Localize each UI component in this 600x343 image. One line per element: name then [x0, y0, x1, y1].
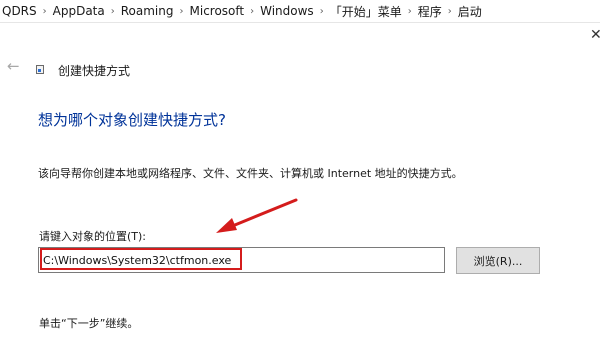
breadcrumb-item-programs[interactable]: 程序: [412, 3, 448, 20]
page-heading: 想为哪个对象创建快捷方式?: [38, 111, 226, 129]
breadcrumb-item-appdata[interactable]: AppData: [47, 4, 111, 18]
shortcut-wizard-icon: [36, 65, 44, 74]
location-input[interactable]: [38, 247, 445, 273]
browse-button[interactable]: 浏览(R)...: [456, 247, 540, 274]
breadcrumb-item-startup[interactable]: 启动: [452, 3, 488, 20]
back-arrow-icon[interactable]: ←: [7, 59, 20, 74]
breadcrumb-item-start-menu[interactable]: 「开始」菜单: [324, 3, 408, 20]
close-icon[interactable]: ✕: [590, 28, 600, 42]
breadcrumb-item-microsoft[interactable]: Microsoft: [184, 4, 251, 18]
annotation-arrow-icon: [216, 198, 298, 233]
wizard-title: 创建快捷方式: [58, 64, 131, 78]
footer-hint: 单击“下一步”继续。: [39, 317, 139, 330]
breadcrumb-item-qdrs[interactable]: QDRS: [0, 4, 43, 18]
wizard-description: 该向导帮你创建本地或网络程序、文件、文件夹、计算机或 Internet 地址的快…: [38, 167, 463, 180]
breadcrumb-item-windows[interactable]: Windows: [254, 4, 320, 18]
breadcrumb: QDRS › AppData › Roaming › Microsoft › W…: [0, 0, 600, 23]
breadcrumb-item-roaming[interactable]: Roaming: [115, 4, 180, 18]
location-label: 请键入对象的位置(T):: [39, 230, 147, 243]
